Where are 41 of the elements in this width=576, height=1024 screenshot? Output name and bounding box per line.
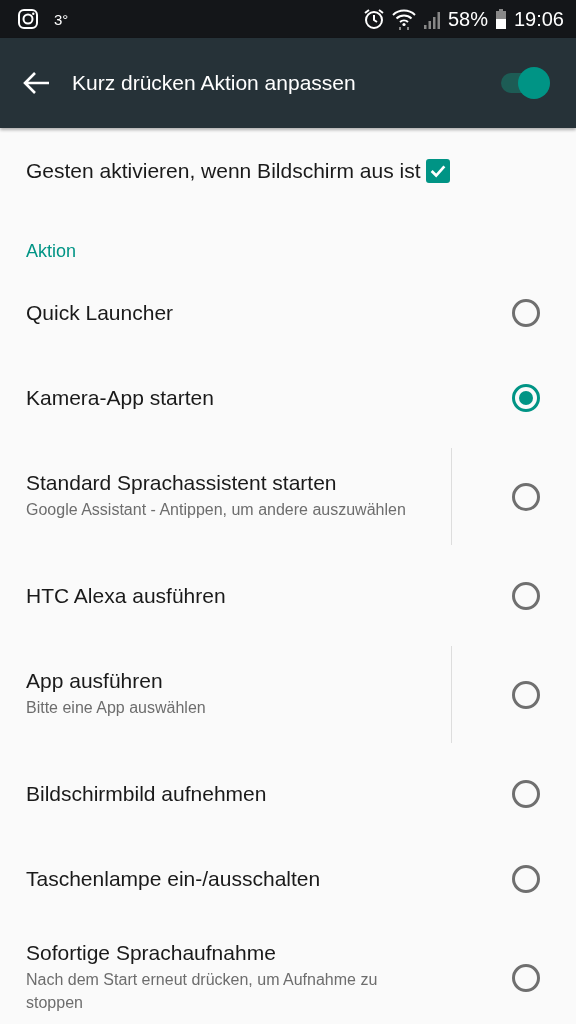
radio-button[interactable] [512,680,540,709]
option-summary: Nach dem Start erneut drücken, um Aufnahme zu stoppen [26,970,379,1013]
option-row[interactable]: HTC Alexa ausführen [0,553,576,638]
option-row[interactable]: App ausführen Bitte eine App auswählen [0,638,576,751]
arrow-left-icon [22,71,50,95]
alarm-icon [362,8,385,30]
radio-button[interactable] [512,581,540,610]
option-label: Gesten aktivieren, wenn Bildschirm aus ist [26,158,422,183]
option-label: Bildschirmbild aufnehmen [26,781,268,806]
option-label: Standard Sprachassistent starten [26,471,338,496]
settings-row[interactable]: Gesten aktivieren, wenn Bildschirm aus ist [0,128,576,213]
battery-icon [494,8,507,30]
clock-text: 19:06 [513,7,564,31]
option-row[interactable]: Kamera-App starten [0,355,576,440]
radio-button[interactable] [512,482,540,511]
radio-button[interactable] [512,864,540,893]
option-row[interactable]: Standard Sprachassistent starten Google Assistant - Antippen, um andere auszuwählen [0,440,576,553]
radio-button[interactable] [512,963,540,992]
screen-title: Kurz drücken Aktion anpassen [72,71,357,95]
option-row[interactable]: Quick Launcher [0,270,576,355]
checkbox[interactable] [426,158,450,183]
option-label: HTC Alexa ausführen [26,583,227,608]
option-label: App ausführen [26,669,164,694]
option-label: Kamera-App starten [26,385,215,410]
option-summary: Google Assistant - Antippen, um andere auszuwählen [26,500,407,521]
back-button[interactable] [22,71,50,95]
option-label: Sofortige Sprachaufnahme [26,941,277,966]
option-row[interactable]: Bildschirmbild aufnehmen [0,751,576,836]
temperature-text: 3° [54,10,69,28]
radio-button[interactable] [512,298,540,327]
option-row[interactable]: Sofortige Sprachaufnahme Nach dem Start erneut drücken, um Aufnahme zu stoppen [0,921,576,1024]
option-summary: Bitte eine App auswählen [26,698,207,719]
camera-icon [17,8,39,30]
wifi-icon [391,8,416,30]
battery-percent-text: 58% [447,7,488,31]
option-row[interactable]: Taschenlampe ein-/ausschalten [0,836,576,921]
radio-button[interactable] [512,779,540,808]
option-label: Taschenlampe ein-/ausschalten [26,866,322,891]
section-header: Aktion [25,240,78,263]
radio-button[interactable] [512,383,540,412]
option-label: Quick Launcher [26,300,175,325]
